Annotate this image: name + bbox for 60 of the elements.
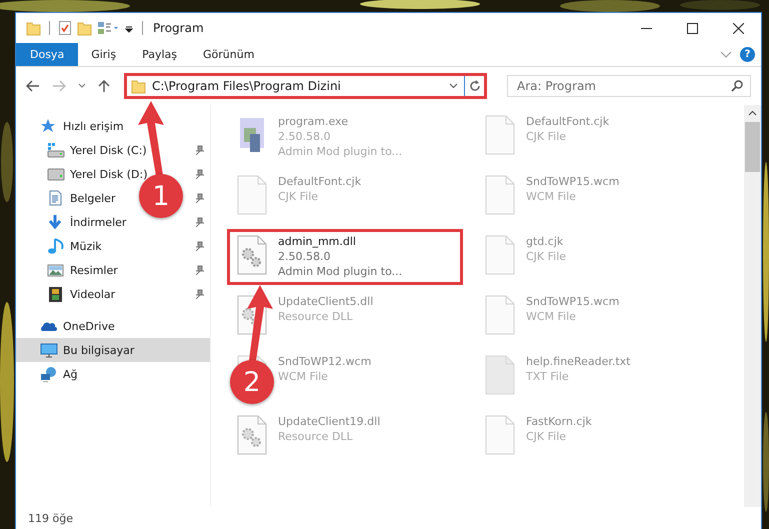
nav-item[interactable]: Belgeler: [70, 192, 116, 204]
film-icon: [47, 286, 65, 302]
chevron-down-icon[interactable]: [720, 50, 732, 58]
window-title: Program: [153, 21, 204, 35]
step-number-badge: 2: [230, 360, 274, 404]
refresh-icon: [468, 80, 480, 92]
file-detail: CJK File: [278, 189, 320, 204]
up-arrow-icon[interactable]: [98, 79, 110, 93]
highlighted-file-item[interactable]: admin_mm.dll 2.50.58.0 Admin Mod plugin to...: [227, 229, 463, 285]
close-icon: [732, 22, 744, 34]
nav-item[interactable]: Yerel Disk (C:): [70, 144, 147, 156]
ribbon-tab[interactable]: Görünüm: [190, 43, 268, 66]
file-detail: WCM File: [526, 309, 577, 324]
music-icon: [47, 238, 65, 254]
nav-item[interactable]: Ağ: [16, 362, 210, 386]
ribbon-tab[interactable]: Paylaş: [129, 43, 190, 66]
scroll-thumb[interactable]: [745, 122, 760, 172]
item-count: 119 öğe: [28, 512, 73, 524]
network-icon: [40, 366, 58, 382]
ribbon-tab[interactable]: Dosya: [16, 43, 78, 66]
nav-item[interactable]: Yerel Disk (D:): [70, 168, 148, 180]
address-path: C:\Program Files\Program Dizini: [152, 79, 341, 93]
file-detail: 2.50.58.0: [278, 249, 332, 264]
back-arrow-icon[interactable]: [26, 80, 40, 92]
file-detail: Resource DLL: [278, 429, 354, 444]
checklist-icon[interactable]: [58, 20, 72, 36]
nav-item[interactable]: İndirmeler: [70, 216, 126, 228]
file-detail: WCM File: [526, 189, 577, 204]
file-detail: Resource DLL: [278, 309, 354, 324]
image-icon: [47, 262, 65, 278]
ribbon-tab[interactable]: Giriş: [78, 43, 130, 66]
nav-item[interactable]: Bu bilgisayar: [16, 338, 210, 362]
nav-item[interactable]: Videolar: [70, 288, 116, 300]
search-icon: [731, 80, 743, 92]
file-detail: CJK File: [526, 429, 568, 444]
scroll-up-icon[interactable]: [748, 110, 757, 116]
file-detail: 2.50.58.0: [278, 129, 332, 144]
nav-item[interactable]: Resimler: [70, 264, 118, 276]
address-bar[interactable]: C:\Program Files\Program Dizini: [124, 73, 487, 99]
nav-item[interactable]: OneDrive: [16, 314, 210, 338]
folder-icon: [131, 78, 146, 94]
windrive-icon: [47, 142, 65, 158]
dropdown-caret-icon[interactable]: [78, 83, 86, 89]
file-detail: WCM File: [278, 369, 329, 384]
monitor-icon: [40, 342, 58, 358]
search-field[interactable]: Ara: Program: [507, 75, 751, 97]
file-name[interactable]: admin_mm.dll: [278, 234, 402, 249]
properties-icon[interactable]: [97, 20, 119, 36]
file-detail: CJK File: [526, 249, 566, 264]
nav-item[interactable]: Müzik: [70, 240, 102, 252]
file-detail: Admin Mod plugin to...: [278, 264, 402, 279]
scrollbar[interactable]: [744, 105, 761, 507]
file-detail: Admin Mod plugin to...: [278, 144, 402, 159]
dropdown-caret-icon[interactable]: [449, 83, 458, 89]
help-button[interactable]: ?: [740, 47, 755, 62]
drive-icon: [47, 166, 65, 182]
file-detail: CJK File: [526, 129, 568, 144]
maximize-icon: [686, 22, 698, 34]
file-detail: TXT File: [526, 369, 570, 384]
nav-item[interactable]: Hızlı erişim: [16, 114, 210, 138]
